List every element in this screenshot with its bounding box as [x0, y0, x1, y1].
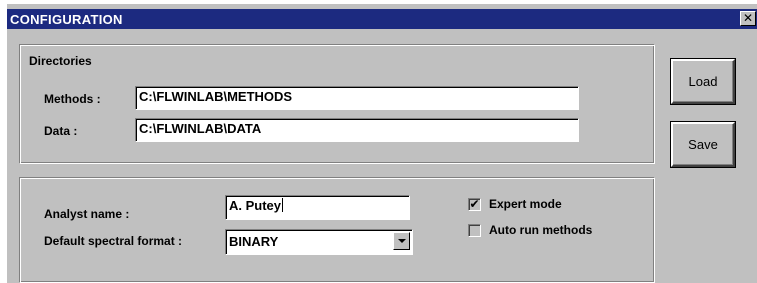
spectral-format-select[interactable]: BINARY [225, 229, 413, 255]
dialog-title: CONFIGURATION [10, 12, 123, 27]
data-label: Data : [44, 124, 78, 138]
title-bar[interactable]: CONFIGURATION ✕ [7, 9, 757, 29]
text-caret [282, 198, 284, 212]
load-button[interactable]: Load [670, 58, 736, 105]
auto-run-methods-label: Auto run methods [489, 223, 593, 237]
analyst-name-label: Analyst name : [44, 207, 130, 221]
directories-legend: Directories [29, 54, 92, 68]
expert-mode-checkbox[interactable]: ✔ [468, 198, 481, 211]
close-icon[interactable]: ✕ [740, 11, 756, 26]
save-button-label: Save [688, 137, 718, 152]
load-button-label: Load [688, 74, 718, 89]
check-icon: ✔ [469, 197, 480, 211]
analyst-name-input[interactable]: A. Putey [225, 195, 410, 220]
save-button[interactable]: Save [670, 121, 736, 168]
spectral-format-value: BINARY [229, 234, 279, 249]
methods-directory-value: C:\FLWINLAB\METHODS [139, 89, 293, 104]
methods-label: Methods : [44, 92, 101, 106]
methods-directory-field[interactable]: C:\FLWINLAB\METHODS [135, 86, 579, 110]
spectral-format-label: Default spectral format : [44, 234, 183, 248]
data-directory-value: C:\FLWINLAB\DATA [139, 121, 262, 136]
chevron-down-icon[interactable] [393, 232, 410, 250]
expert-mode-label: Expert mode [489, 197, 562, 211]
analyst-name-value: A. Putey [229, 198, 282, 213]
data-directory-field[interactable]: C:\FLWINLAB\DATA [135, 118, 579, 142]
auto-run-methods-checkbox[interactable] [468, 224, 481, 237]
